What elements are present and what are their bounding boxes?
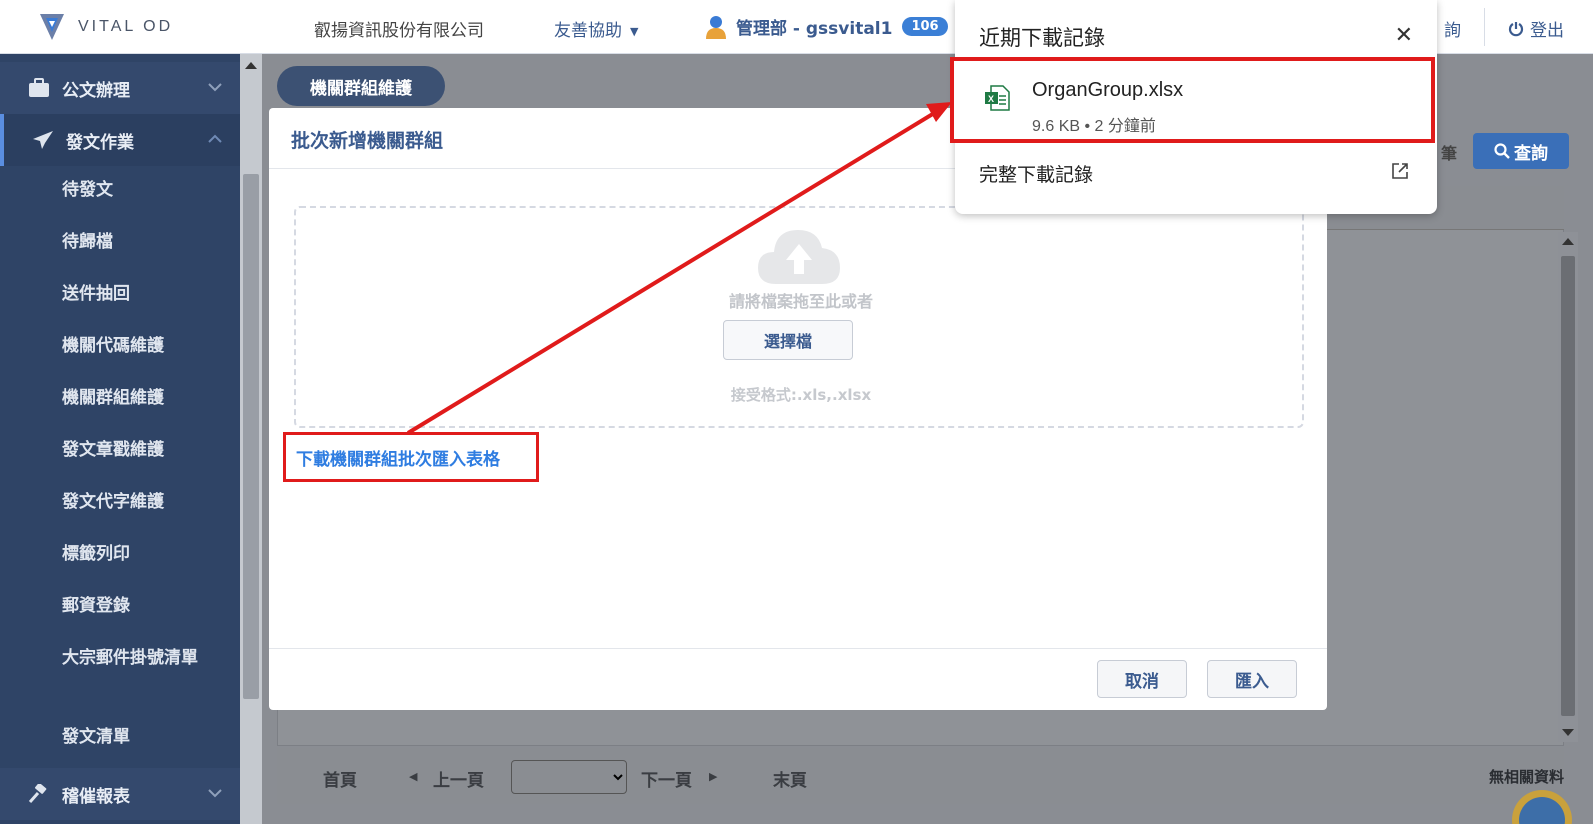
company-name: 叡揚資訊股份有限公司 [314, 21, 484, 41]
modal-title: 批次新增機關群組 [291, 130, 444, 152]
notification-badge[interactable]: 106 [902, 17, 948, 36]
partial-label: 筆 [1441, 144, 1458, 163]
logout-button[interactable]: 登出 [1508, 16, 1564, 41]
scroll-up-icon[interactable] [245, 62, 257, 69]
sidebar-group-documents[interactable]: 公文辦理 [0, 62, 240, 114]
drop-hint: 請將檔案拖至此或者 [728, 292, 873, 311]
cloud-upload-icon [758, 230, 840, 284]
app-logo[interactable]: VITAL OD [36, 12, 173, 42]
scroll-down-icon[interactable] [1562, 729, 1574, 736]
downloads-popup: 近期下載記錄 ✕ X OrganGroup.xlsx 9.6 KB • 2 分鐘… [950, 0, 1437, 214]
table-scrollbar[interactable] [1558, 232, 1578, 742]
close-icon[interactable]: ✕ [1395, 22, 1413, 48]
file-dropzone[interactable]: 請將檔案拖至此或者 選擇檔 接受格式:.xls,.xlsx [294, 206, 1304, 428]
power-icon [1508, 21, 1524, 36]
sidebar-group-label: 公文辦理 [62, 80, 130, 101]
external-link-icon[interactable] [1391, 162, 1409, 180]
prev-page-button[interactable]: 上一頁 [433, 766, 484, 791]
sidebar-group-label: 發文作業 [66, 132, 134, 153]
last-page-button[interactable]: 末頁 [773, 766, 807, 791]
paper-plane-icon [33, 131, 53, 149]
sidebar-item-bulk-mail[interactable]: 大宗郵件掛號清單 [62, 645, 212, 672]
svg-text:X: X [988, 94, 994, 104]
help-menu[interactable]: 友善協助 ▼ [554, 16, 638, 41]
tab-agency-group[interactable]: 機關群組維護 [277, 66, 445, 106]
search-icon [1494, 143, 1510, 159]
page-select[interactable] [511, 760, 627, 794]
user-label: 管理部 - gssvital1 [736, 19, 893, 39]
query-button[interactable]: 查詢 [1473, 133, 1569, 169]
user-icon [706, 15, 726, 39]
first-page-button[interactable]: 首頁 [323, 766, 357, 791]
import-button[interactable]: 匯入 [1207, 660, 1297, 698]
query-link[interactable]: 詢 [1444, 16, 1461, 41]
sidebar-item-pending-dispatch[interactable]: 待發文 [62, 177, 212, 204]
sidebar: 公文辦理 發文作業 待發文 待歸檔 送件抽回 機關代碼維護 機關群組維護 發文章… [0, 54, 240, 824]
sidebar-item-stamp[interactable]: 發文章戳維護 [62, 437, 212, 464]
downloads-title: 近期下載記錄 [979, 27, 1105, 50]
chevron-down-icon [208, 83, 222, 92]
sidebar-scrollbar[interactable] [240, 54, 262, 824]
chevron-up-icon [208, 134, 222, 143]
sidebar-group-label: 稽催報表 [62, 786, 130, 807]
cancel-button[interactable]: 取消 [1097, 660, 1187, 698]
gavel-icon [28, 784, 47, 803]
modal-footer-divider [269, 648, 1327, 649]
choose-file-button[interactable]: 選擇檔 [723, 320, 853, 360]
caret-down-icon: ▼ [630, 24, 639, 38]
scrollbar-thumb[interactable] [243, 174, 259, 699]
logout-label: 登出 [1530, 21, 1564, 41]
download-item[interactable]: X OrganGroup.xlsx 9.6 KB • 2 分鐘前 [950, 57, 1435, 143]
excel-file-icon: X [985, 85, 1010, 111]
user-menu[interactable]: 管理部 - gssvital1 106 [706, 14, 948, 39]
file-meta: 9.6 KB • 2 分鐘前 [1032, 118, 1156, 135]
no-data-label: 無相關資料 [1488, 768, 1564, 786]
accepted-formats: 接受格式:.xls,.xlsx [730, 386, 872, 404]
sidebar-group-reports[interactable]: 稽催報表 [0, 768, 240, 820]
query-label: 查詢 [1514, 143, 1548, 164]
download-template-link[interactable]: 下載機關群組批次匯入表格 [283, 432, 539, 482]
logo-icon [40, 14, 64, 40]
sidebar-item-agency-code[interactable]: 機關代碼維護 [62, 333, 212, 360]
sidebar-item-pending-archive[interactable]: 待歸檔 [62, 229, 212, 256]
logo-text: VITAL OD [78, 18, 174, 35]
pagination: 首頁 ◀ 上一頁 下一頁 ▶ 末頁 無相關資料 [277, 748, 1564, 804]
next-page-button[interactable]: 下一頁 [641, 766, 692, 791]
sidebar-item-dispatch-list[interactable]: 發文清單 [62, 724, 212, 751]
sidebar-item-withdraw[interactable]: 送件抽回 [62, 281, 212, 308]
sidebar-group-dispatch[interactable]: 發文作業 [0, 114, 240, 166]
full-history-link[interactable]: 完整下載記錄 [979, 160, 1093, 187]
help-label: 友善協助 [554, 21, 622, 41]
sidebar-item-prefix[interactable]: 發文代字維護 [62, 489, 212, 516]
chevron-down-icon [208, 789, 222, 798]
sidebar-item-postage[interactable]: 郵資登錄 [62, 593, 212, 620]
briefcase-icon [29, 78, 49, 97]
sidebar-item-label-print[interactable]: 標籤列印 [62, 541, 212, 568]
prev-arrow-icon[interactable]: ◀ [409, 770, 417, 783]
next-arrow-icon[interactable]: ▶ [709, 770, 717, 783]
scroll-up-icon[interactable] [1562, 238, 1574, 245]
scrollbar-thumb[interactable] [1561, 256, 1575, 716]
sidebar-item-agency-group[interactable]: 機關群組維護 [62, 385, 212, 412]
file-name: OrganGroup.xlsx [1032, 79, 1184, 101]
header-divider [1484, 8, 1485, 46]
